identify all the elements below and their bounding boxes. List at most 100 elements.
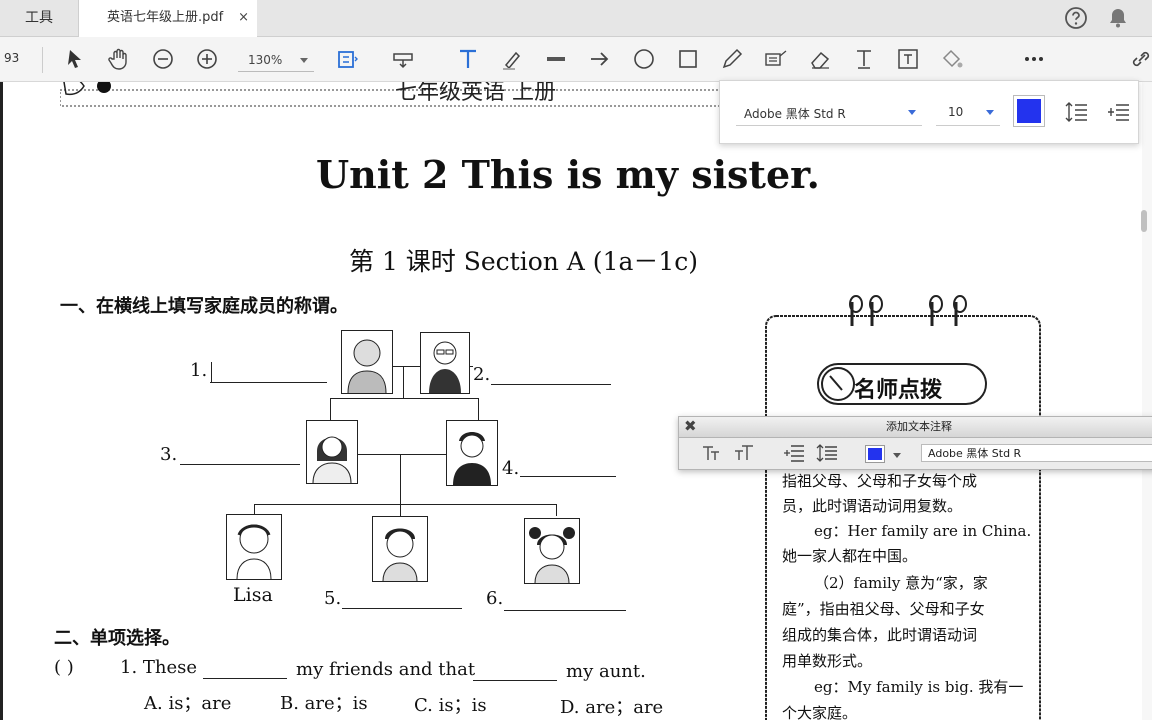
toolbar-divider bbox=[42, 47, 43, 73]
zoom-in-icon[interactable] bbox=[194, 46, 220, 72]
blank-line-6[interactable] bbox=[504, 610, 626, 611]
more-icon[interactable] bbox=[1021, 46, 1047, 72]
font-family-select[interactable]: Adobe 黑体 Std R bbox=[736, 97, 922, 126]
grandma-picture bbox=[341, 330, 393, 394]
option-c: C. is；is bbox=[414, 695, 487, 716]
close-icon[interactable]: ✖ bbox=[684, 419, 697, 434]
font-properties-panel: Adobe 黑体 Std R 10 bbox=[719, 80, 1139, 144]
font-family-value: Adobe 黑体 Std R bbox=[744, 107, 846, 121]
blank-line-3[interactable] bbox=[180, 464, 300, 465]
link-icon[interactable] bbox=[1128, 46, 1152, 72]
zoom-out-icon[interactable] bbox=[150, 46, 176, 72]
text-tool-icon[interactable] bbox=[455, 46, 481, 72]
question1-text: 1. These bbox=[120, 657, 198, 678]
arrow-icon[interactable] bbox=[587, 46, 613, 72]
tips-line: 指祖父母、父母和子女每个成 bbox=[782, 472, 978, 490]
blank-line-2[interactable] bbox=[491, 384, 611, 385]
question1-end: my aunt. bbox=[566, 661, 646, 682]
pencil-icon[interactable] bbox=[719, 46, 745, 72]
fill-icon[interactable] bbox=[939, 46, 965, 72]
question1-blank-1[interactable] bbox=[203, 678, 287, 679]
chevron-down-icon bbox=[908, 110, 916, 115]
paragraph-spacing-icon[interactable] bbox=[783, 443, 805, 463]
question1-blank-2[interactable] bbox=[473, 680, 557, 681]
tips-line: 她一家人都在中国。 bbox=[782, 547, 918, 565]
blank-label-4: 4. bbox=[502, 458, 520, 479]
tab-document-label: 英语七年级上册.pdf bbox=[107, 10, 224, 25]
child-name: Lisa bbox=[233, 584, 273, 606]
blank-line-4[interactable] bbox=[520, 476, 616, 477]
document-page: 七年级英语 上册 Unit 2 This is my sister. 第 1 课… bbox=[0, 82, 1142, 720]
decrease-font-icon[interactable] bbox=[701, 443, 723, 463]
tips-line: eg：My family is big. 我有一 bbox=[814, 678, 1024, 696]
toolbar: 93 130% bbox=[0, 37, 1152, 82]
lisa-picture bbox=[226, 514, 282, 580]
line-spacing-icon[interactable] bbox=[816, 443, 838, 463]
annotation-color-swatch[interactable] bbox=[865, 445, 885, 463]
text-cursor bbox=[211, 362, 212, 383]
father-picture bbox=[446, 420, 498, 486]
scrollbar-thumb[interactable] bbox=[1141, 210, 1147, 232]
help-icon[interactable] bbox=[1064, 6, 1088, 30]
section2-heading: 二、单项选择。 bbox=[54, 628, 180, 649]
running-header: 七年级英语 上册 bbox=[395, 82, 556, 105]
font-size-value: 10 bbox=[948, 105, 964, 119]
tips-line: eg：Her family are in China. bbox=[814, 522, 1032, 540]
option-a: A. is；are bbox=[144, 693, 232, 714]
font-color-swatch[interactable] bbox=[1013, 95, 1045, 127]
blank-label-2: 2. bbox=[473, 364, 491, 385]
unit-title: Unit 2 This is my sister. bbox=[316, 152, 820, 197]
strikethrough-icon[interactable] bbox=[543, 46, 569, 72]
question1-paren: ( ) bbox=[54, 657, 74, 678]
annotation-color-fill bbox=[868, 448, 882, 460]
blank-line-5[interactable] bbox=[342, 608, 462, 609]
sister-picture bbox=[524, 518, 580, 584]
line-spacing-icon[interactable] bbox=[1064, 99, 1090, 125]
header-decoration bbox=[60, 82, 720, 107]
typewriter-icon[interactable] bbox=[851, 46, 877, 72]
grandpa-picture bbox=[420, 332, 470, 394]
fit-page-icon[interactable] bbox=[334, 46, 360, 72]
tips-line: （2）family 意为“家，家 bbox=[814, 574, 988, 592]
section1-heading: 一、在横线上填写家庭成员的称谓。 bbox=[60, 296, 348, 317]
chevron-down-icon[interactable] bbox=[893, 453, 901, 458]
rectangle-icon[interactable] bbox=[675, 46, 701, 72]
paragraph-spacing-icon[interactable] bbox=[1106, 99, 1132, 125]
annotation-font-select[interactable]: Adobe 黑体 Std R bbox=[921, 444, 1152, 462]
stamp-icon[interactable] bbox=[390, 46, 416, 72]
notification-bell-icon[interactable] bbox=[1106, 6, 1130, 30]
page-number[interactable]: 93 bbox=[4, 51, 19, 65]
tips-line: 个大家庭。 bbox=[782, 704, 858, 720]
chevron-down-icon bbox=[300, 58, 308, 63]
tips-line: 组成的集合体，此时谓语动词 bbox=[782, 626, 978, 644]
tips-line: 员，此时谓语动词用复数。 bbox=[782, 497, 963, 515]
option-d: D. are；are bbox=[560, 697, 664, 718]
zoom-value: 130% bbox=[248, 53, 283, 67]
circle-icon[interactable] bbox=[631, 46, 657, 72]
text-box-icon[interactable] bbox=[895, 46, 921, 72]
tab-document[interactable]: 英语七年级上册.pdf × bbox=[79, 0, 257, 37]
highlighter-icon[interactable] bbox=[499, 46, 525, 72]
text-callout-icon[interactable] bbox=[763, 46, 789, 72]
page-edge bbox=[0, 82, 3, 720]
blank-label-3: 3. bbox=[160, 444, 178, 465]
increase-font-icon[interactable] bbox=[733, 443, 755, 463]
tab-close-button[interactable]: × bbox=[238, 0, 249, 36]
blank-label-5: 5. bbox=[324, 588, 342, 609]
add-text-annotation-panel: 添加文本注释 ✖ Adobe 黑体 Std R bbox=[678, 416, 1152, 470]
font-color-fill bbox=[1017, 99, 1041, 123]
tips-line: 用单数形式。 bbox=[782, 652, 873, 670]
blank-label-6: 6. bbox=[486, 588, 504, 609]
select-arrow-icon[interactable] bbox=[62, 46, 88, 72]
lesson-title: 第 1 课时 Section A (1a－1c) bbox=[349, 247, 699, 276]
brother-picture bbox=[372, 516, 428, 582]
blank-line-1[interactable] bbox=[210, 382, 327, 383]
hand-icon[interactable] bbox=[106, 46, 132, 72]
option-b: B. are；is bbox=[280, 693, 368, 714]
vertical-scrollbar[interactable] bbox=[1142, 82, 1152, 720]
tips-line: 庭”，指由祖父母、父母和子女 bbox=[782, 600, 985, 618]
zoom-select[interactable]: 130% bbox=[238, 49, 314, 72]
tab-tools[interactable]: 工具 bbox=[0, 0, 79, 36]
font-size-select[interactable]: 10 bbox=[936, 97, 1000, 126]
eraser-icon[interactable] bbox=[807, 46, 833, 72]
